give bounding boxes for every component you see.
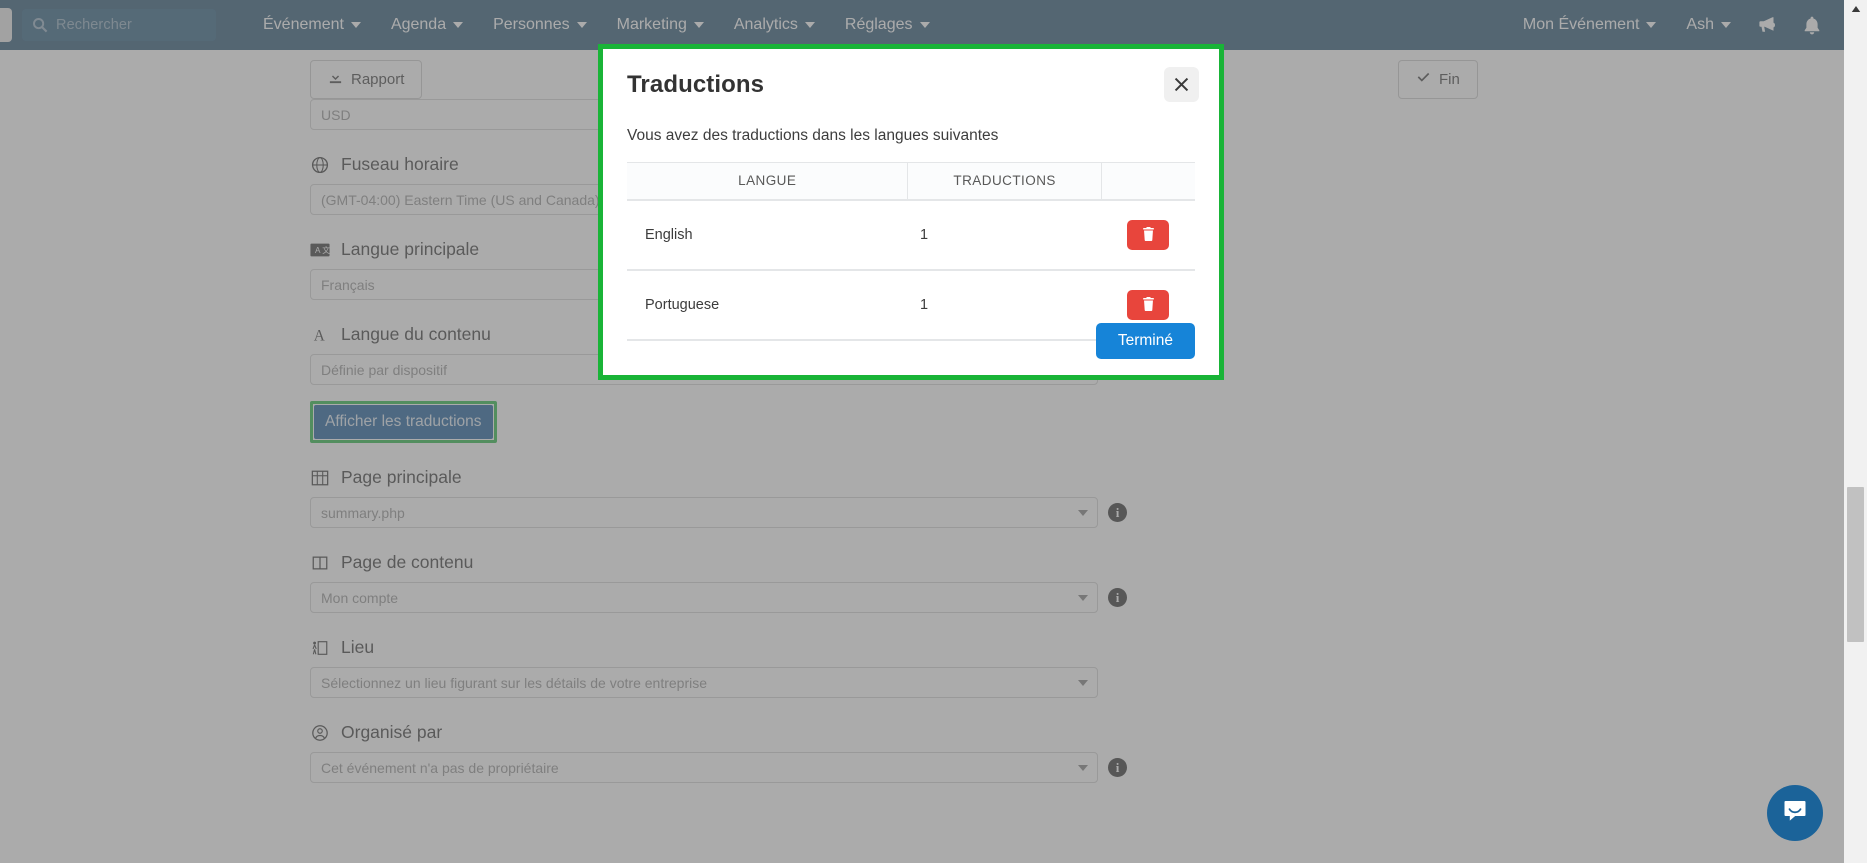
done-button[interactable]: Terminé <box>1095 323 1195 359</box>
translations-table: LANGUE TRADUCTIONS English 1 Portuguese … <box>627 162 1195 341</box>
scrollbar-thumb[interactable] <box>1847 487 1864 642</box>
delete-translation-button-english[interactable] <box>1127 220 1170 250</box>
close-icon[interactable] <box>1164 67 1199 102</box>
caret-up-icon[interactable] <box>1844 0 1867 18</box>
translations-modal-body: Traductions Vous avez des traductions da… <box>603 49 1219 375</box>
table-row: English 1 <box>627 200 1195 271</box>
modal-footer: Terminé <box>1095 323 1195 359</box>
intercom-launcher[interactable] <box>1767 785 1823 841</box>
modal-title: Traductions <box>627 71 765 98</box>
row-translation-count: 1 <box>907 200 1102 271</box>
translations-modal: Traductions Vous avez des traductions da… <box>598 44 1224 380</box>
delete-translation-button-portuguese[interactable] <box>1127 290 1170 320</box>
table-header-actions <box>1100 162 1195 201</box>
row-actions <box>1101 200 1195 271</box>
trash-icon <box>1142 226 1155 244</box>
row-language: English <box>627 200 908 271</box>
modal-subtitle: Vous avez des traductions dans les langu… <box>627 127 999 144</box>
row-language: Portuguese <box>627 270 908 341</box>
table-header-langue: LANGUE <box>627 162 908 201</box>
chat-bubble-icon <box>1780 796 1810 831</box>
table-header-row: LANGUE TRADUCTIONS <box>627 162 1195 201</box>
row-translation-count: 1 <box>907 270 1102 341</box>
trash-icon <box>1142 296 1155 314</box>
table-header-traductions: TRADUCTIONS <box>907 162 1102 201</box>
vertical-scrollbar[interactable] <box>1844 0 1867 863</box>
